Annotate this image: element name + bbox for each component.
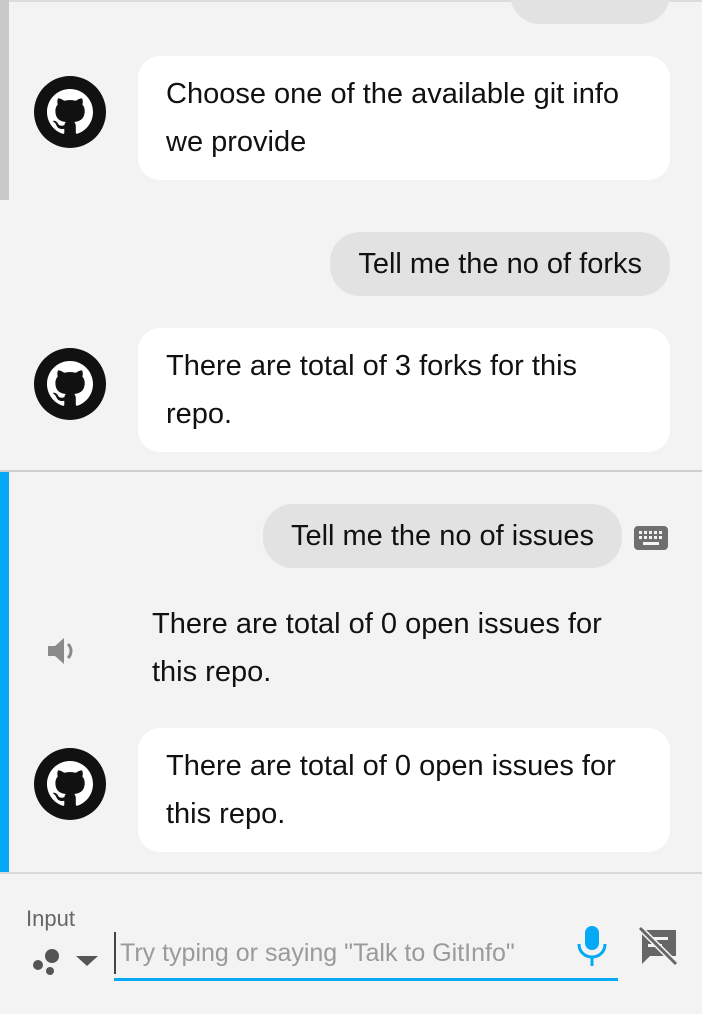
- github-icon: [34, 748, 106, 820]
- previous-turns: Choose one of the available git info we …: [0, 0, 702, 470]
- chat-transcript: Choose one of the available git info we …: [0, 0, 702, 872]
- user-message-text: Tell me the no of forks: [358, 248, 642, 280]
- bot-message: There are total of 0 open issues for thi…: [138, 728, 670, 852]
- speaker-icon[interactable]: [46, 634, 80, 668]
- user-message-text: Tell me the no of issues: [290, 520, 594, 552]
- active-turn: Tell me the no of issues There are total…: [0, 472, 702, 872]
- bot-message: There are total of 3 forks for this repo…: [138, 328, 670, 452]
- user-message[interactable]: Tell me the no of forks: [330, 232, 670, 296]
- scroll-indicator: [0, 0, 9, 200]
- user-message[interactable]: Tell me the no of issues: [262, 504, 622, 568]
- bot-message: Choose one of the available git info we …: [138, 56, 670, 180]
- query-input-wrapper: [114, 930, 618, 981]
- bot-message-text: Choose one of the available git info we …: [166, 78, 620, 158]
- footer-divider: [0, 872, 702, 874]
- keyboard-icon[interactable]: [634, 526, 668, 552]
- input-area: Input: [0, 872, 702, 1014]
- query-input[interactable]: [114, 932, 562, 974]
- dots-dropdown-icon[interactable]: [30, 944, 100, 976]
- bot-message-text: There are total of 3 forks for this repo…: [166, 350, 578, 430]
- active-turn-indicator: [0, 472, 9, 872]
- chat-off-icon[interactable]: [636, 924, 680, 968]
- github-icon: [34, 348, 106, 420]
- input-label: Input: [26, 906, 75, 931]
- spoken-response: There are total of 0 open issues for thi…: [152, 600, 612, 696]
- bot-message-text: There are total of 0 open issues for thi…: [166, 750, 616, 830]
- microphone-icon[interactable]: [574, 924, 610, 968]
- spoken-response-text: There are total of 0 open issues for thi…: [152, 608, 602, 688]
- github-icon: [34, 76, 106, 148]
- user-bubble-partial[interactable]: [510, 0, 670, 24]
